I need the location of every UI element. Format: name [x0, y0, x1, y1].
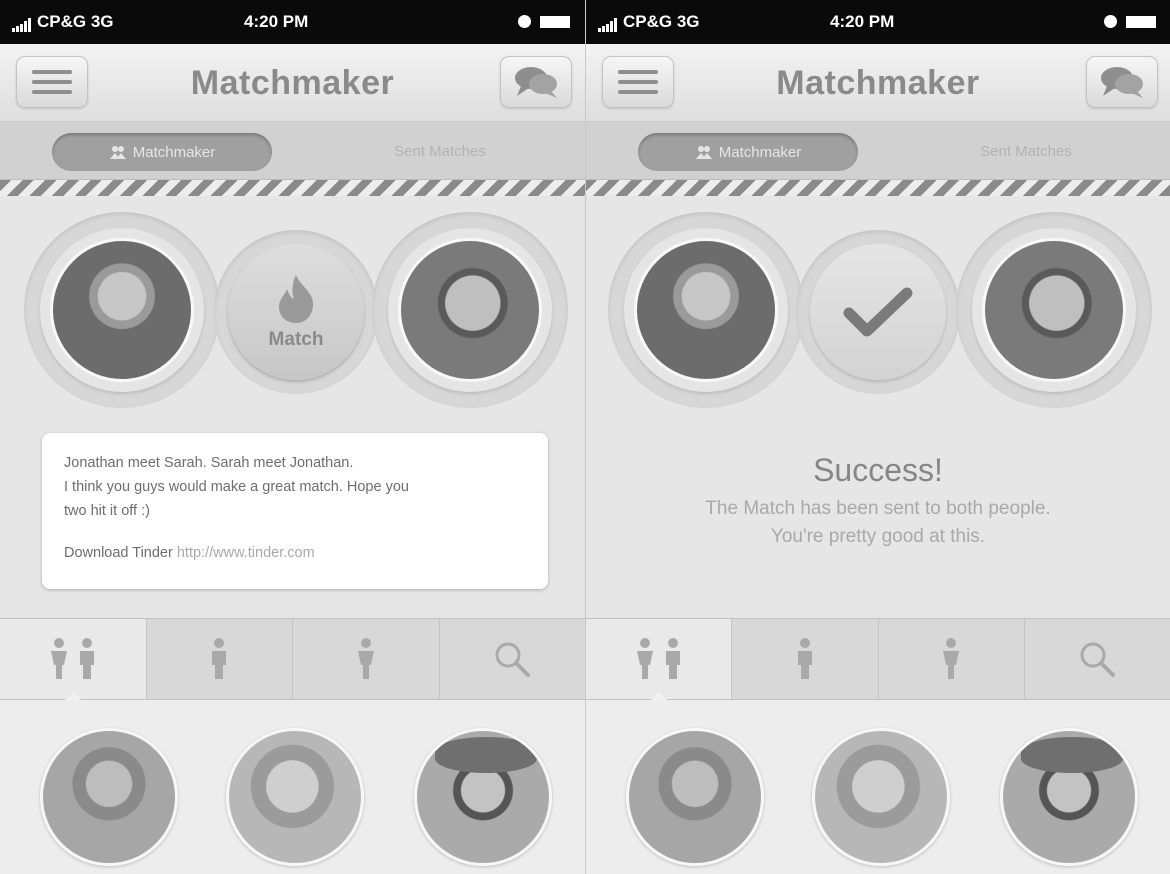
message-line-3: two hit it off :): [64, 503, 150, 519]
message-line-2: I think you guys would make a great matc…: [64, 479, 409, 495]
chat-bubbles-icon: [515, 67, 557, 98]
person-left-ring: [608, 212, 804, 408]
download-label: Download Tinder: [64, 545, 173, 561]
carrier-group: CP&G 3G: [598, 12, 700, 32]
match-sent-indicator: [810, 244, 946, 380]
decorative-stripe: [586, 180, 1170, 196]
person-right-ring: [372, 212, 568, 408]
message-line-1: Jonathan meet Sarah. Sarah meet Jonathan…: [64, 455, 354, 471]
chat-button[interactable]: [1086, 56, 1158, 108]
person-left-frame: [40, 228, 204, 392]
avatar-sarah[interactable]: [982, 238, 1126, 382]
status-bar: CP&G 3G 4:20 PM: [0, 0, 585, 44]
friends-row: [586, 700, 1170, 874]
match-label: Match: [268, 329, 324, 350]
clock: 4:20 PM: [830, 12, 895, 31]
friend-avatar[interactable]: [1000, 728, 1138, 866]
hat-shape: [435, 737, 537, 773]
status-bar: CP&G 3G 4:20 PM: [586, 0, 1170, 44]
orientation-lock-icon: [1104, 15, 1117, 28]
success-title: Success!: [813, 452, 943, 488]
filter-tab-men[interactable]: [732, 619, 879, 699]
page-title: Matchmaker: [190, 64, 395, 102]
person-right-ring: [956, 212, 1152, 408]
tab-sent-matches[interactable]: Sent Matches: [340, 143, 540, 160]
download-link[interactable]: http://www.tinder.com: [177, 545, 315, 561]
success-line-1: The Match has been sent to both people.: [705, 498, 1051, 519]
tab-matchmaker-label: Matchmaker: [132, 143, 216, 161]
carrier-group: CP&G 3G: [12, 12, 114, 32]
filter-tab-men[interactable]: [147, 619, 293, 699]
filter-tab-women[interactable]: [293, 619, 440, 699]
battery-icon: [540, 16, 570, 28]
hat-shape: [1021, 737, 1123, 773]
friend-avatar[interactable]: [414, 728, 552, 866]
filter-tab-women[interactable]: [879, 619, 1025, 699]
success-line-2: You're pretty good at this.: [770, 526, 986, 547]
nav-bar: Matchmaker: [586, 44, 1170, 122]
tab-matchmaker-label: Matchmaker: [718, 143, 802, 161]
page-title: Matchmaker: [776, 64, 980, 102]
couple-icon: [636, 638, 680, 679]
tab-matchmaker[interactable]: Matchmaker: [52, 133, 272, 171]
check-ring: [796, 230, 960, 394]
tab-sent-matches[interactable]: Sent Matches: [926, 143, 1126, 160]
carrier-label: CP&G 3G: [37, 12, 114, 31]
friend-avatar[interactable]: [812, 728, 950, 866]
friend-avatar[interactable]: [226, 728, 364, 866]
man-icon: [212, 638, 227, 679]
carrier-label: CP&G 3G: [623, 12, 700, 31]
download-line: Download Tinder http://www.tinder.com: [64, 541, 526, 565]
man-icon: [797, 638, 812, 679]
woman-icon: [943, 638, 960, 679]
filter-tabs: [586, 618, 1170, 700]
match-ring: Match: [214, 230, 378, 394]
matchmaker-success-screen: CP&G 3G 4:20 PM Matchmaker Matchmaker Se…: [585, 0, 1170, 874]
person-left-frame: [624, 228, 788, 392]
success-message: Success! The Match has been sent to both…: [586, 452, 1170, 551]
signal-strength-icon: [12, 18, 31, 32]
segmented-control: Matchmaker Sent Matches: [586, 122, 1170, 180]
match-button[interactable]: Match: [228, 244, 364, 380]
matchmaker-icon: [109, 146, 126, 159]
match-message-card[interactable]: Jonathan meet Sarah. Sarah meet Jonathan…: [42, 433, 548, 589]
clock: 4:20 PM: [244, 12, 309, 31]
segmented-control: Matchmaker Sent Matches: [0, 122, 585, 180]
chat-bubbles-icon: [1101, 67, 1143, 98]
signal-strength-icon: [598, 18, 617, 32]
chat-button[interactable]: [500, 56, 572, 108]
filter-tab-search[interactable]: [440, 619, 586, 699]
friend-avatar[interactable]: [40, 728, 178, 866]
avatar-sarah[interactable]: [398, 238, 542, 382]
filter-tabs: [0, 618, 585, 700]
woman-icon: [357, 638, 374, 679]
filter-tab-couples[interactable]: [0, 619, 147, 700]
match-content: Match Jonathan meet Sarah. Sarah meet Jo…: [0, 196, 585, 618]
person-left-ring: [24, 212, 220, 408]
orientation-lock-icon: [518, 15, 531, 28]
filter-tab-couples[interactable]: [586, 619, 733, 700]
filter-tab-search[interactable]: [1025, 619, 1170, 699]
decorative-stripe: [0, 180, 585, 196]
couple-icon: [50, 638, 94, 679]
battery-icon: [1126, 16, 1156, 28]
matchmaker-icon: [695, 146, 712, 159]
avatar-jonathan[interactable]: [50, 238, 194, 382]
friends-row: [0, 700, 585, 874]
nav-bar: Matchmaker: [0, 44, 585, 122]
checkmark-icon: [843, 287, 913, 337]
tab-matchmaker[interactable]: Matchmaker: [638, 133, 858, 171]
avatar-jonathan[interactable]: [634, 238, 778, 382]
person-right-frame: [972, 228, 1136, 392]
person-right-frame: [388, 228, 552, 392]
search-icon: [495, 642, 531, 677]
matchmaker-compose-screen: CP&G 3G 4:20 PM Matchmaker Matchmaker Se…: [0, 0, 585, 874]
search-icon: [1080, 642, 1116, 677]
friend-avatar[interactable]: [626, 728, 764, 866]
match-content: Success! The Match has been sent to both…: [586, 196, 1170, 618]
flame-icon: [279, 275, 314, 323]
